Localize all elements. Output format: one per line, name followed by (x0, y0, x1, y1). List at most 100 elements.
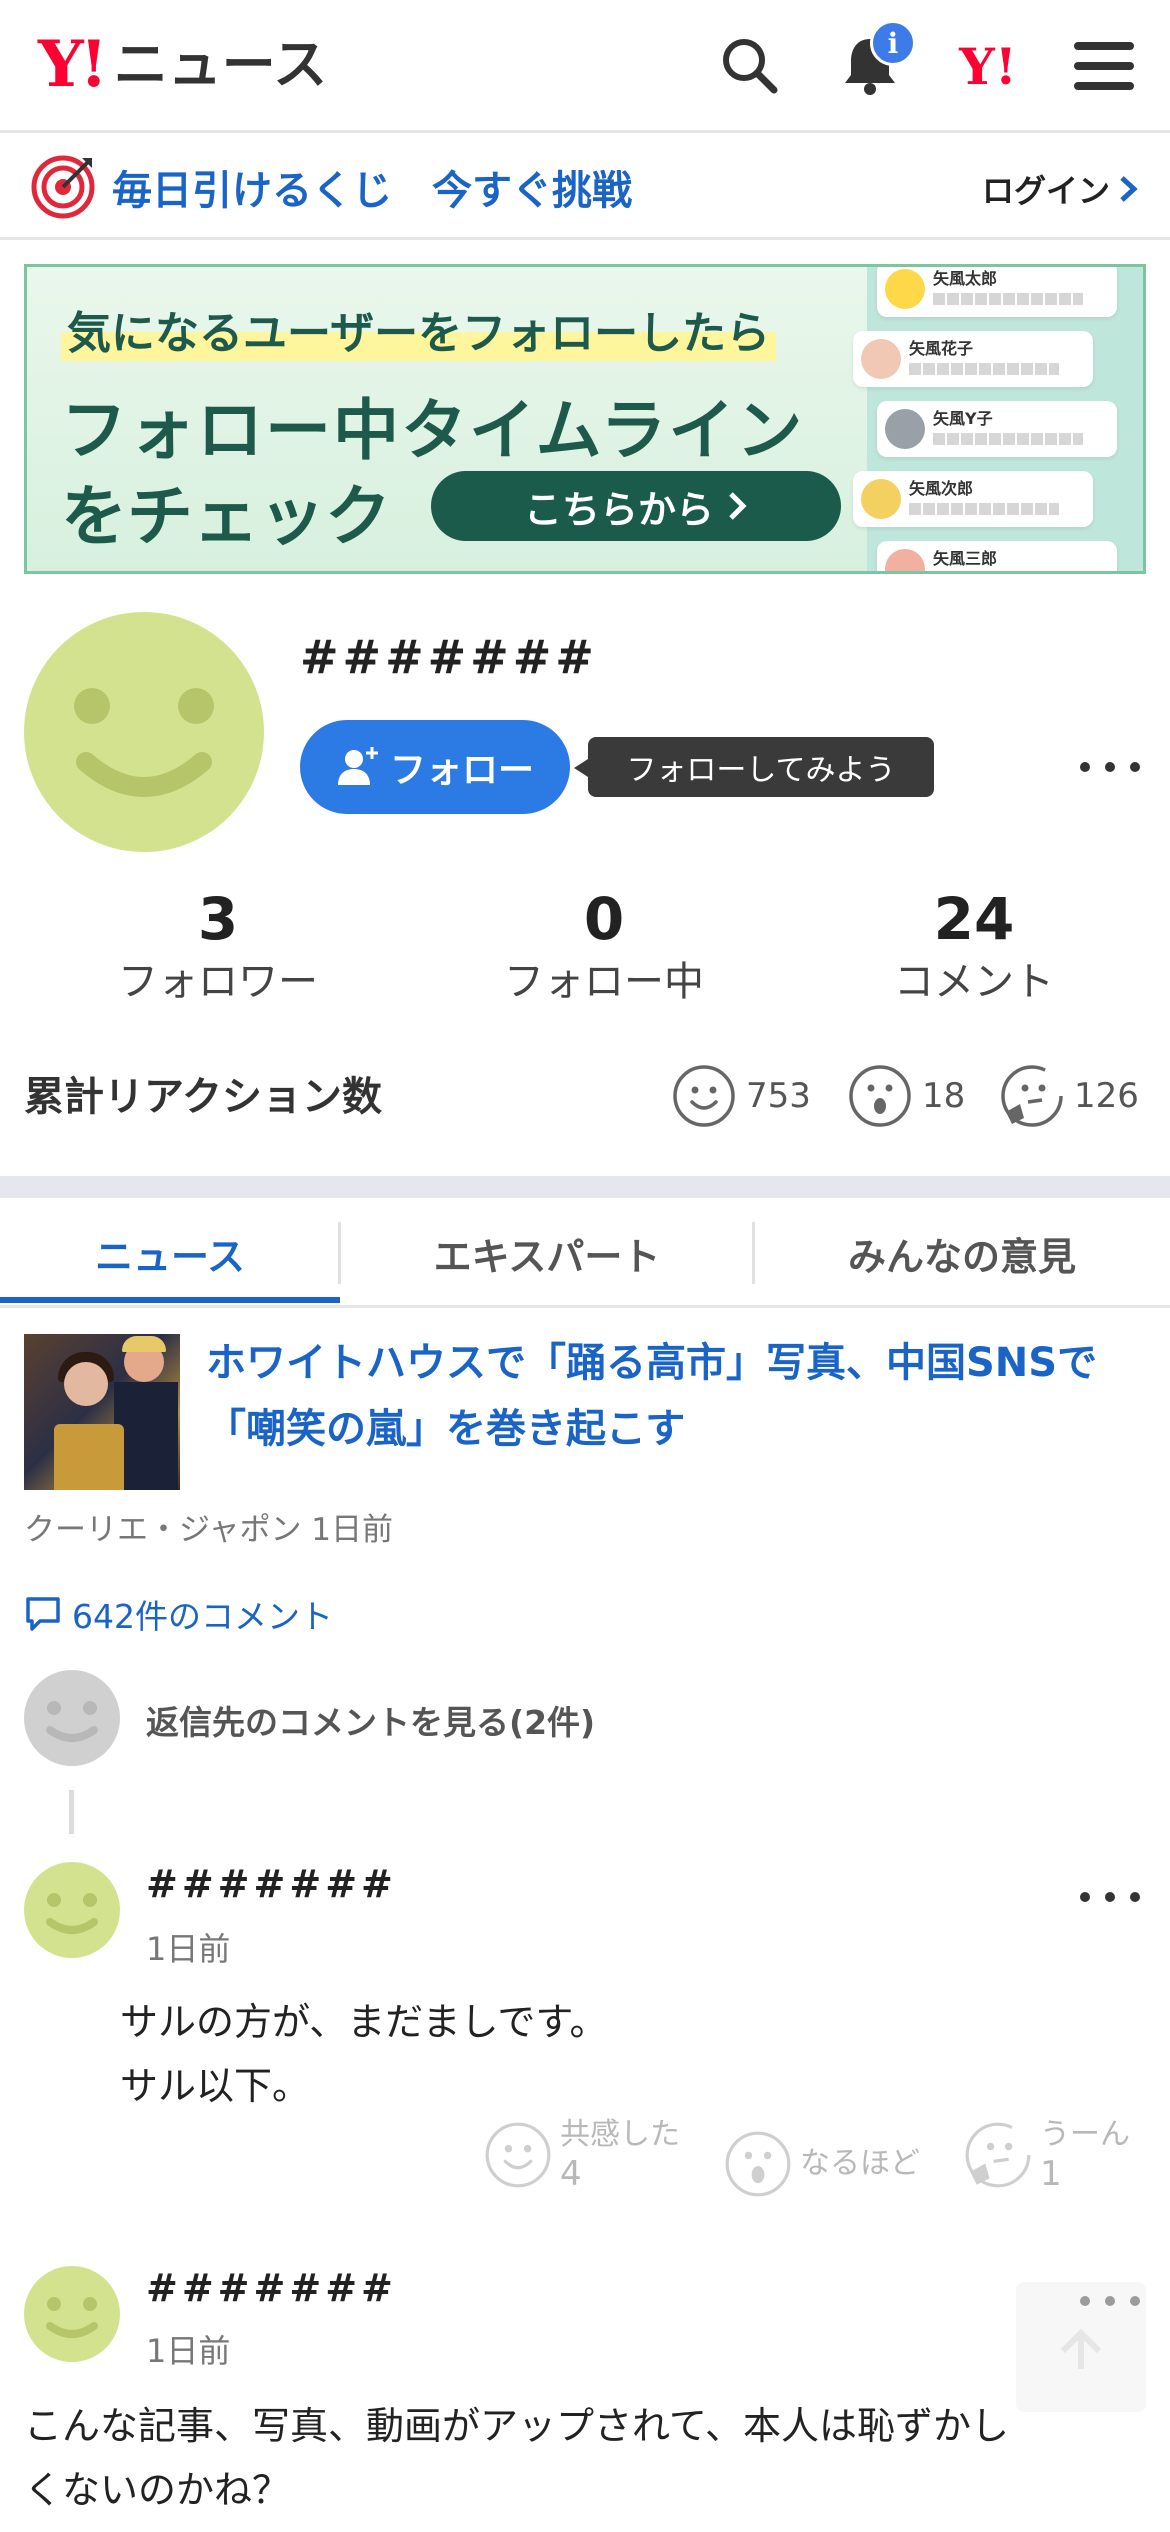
more-options-icon[interactable] (1080, 752, 1140, 782)
insight-reaction-button[interactable]: なるほど (724, 2130, 920, 2198)
active-tab-indicator (0, 1297, 340, 1303)
reaction-surprised-total: 18 (848, 1064, 965, 1128)
comment-more-options-icon[interactable] (1080, 1882, 1140, 1912)
placeholder-text (909, 503, 1059, 515)
follow-timeline-banner[interactable]: 気になるユーザーをフォローしたら フォロー中タイムライン をチェック こちらから… (24, 264, 1146, 574)
banner-line-3: をチェック (61, 478, 391, 555)
comment-body: こんな記事、写真、動画がアップされて、本人は恥ずかし くないのかね？ (24, 2394, 1154, 2522)
search-icon[interactable] (712, 28, 788, 104)
total-reactions-title: 累計リアクション数 (24, 1074, 382, 1120)
comment-line: くないのかね？ (24, 2468, 291, 2512)
comments-label: コメント (894, 959, 1054, 1005)
scroll-to-top-button[interactable] (1016, 2282, 1146, 2412)
thinking-icon (1001, 1065, 1063, 1127)
target-icon (30, 154, 96, 224)
reaction-count: 1 (1040, 2154, 1062, 2194)
hmm-reaction-button[interactable]: うーん 1 (964, 2116, 1130, 2194)
banner-user-name: 矢風次郎 (909, 479, 974, 498)
followers-label: フォロワー (118, 959, 318, 1005)
lottery-text: 毎日引けるくじ 今すぐ挑戦 (112, 168, 632, 214)
banner-user-card: 矢風次郎 (853, 471, 1093, 527)
reaction-label: 共感した (560, 2117, 680, 2152)
banner-cta-label: こちらから (523, 487, 714, 532)
banner-user-name: 矢風花子 (909, 339, 974, 358)
article-comments-link[interactable]: 642件のコメント (24, 1590, 333, 1638)
placeholder-text (909, 363, 1059, 375)
comment-body: サルの方が、まだましです。 サル以下。 (120, 1990, 608, 2118)
banner-user-name: 矢風三郎 (933, 549, 998, 568)
placeholder-text (933, 293, 1083, 305)
tab-news[interactable]: ニュース (0, 1198, 340, 1308)
commenter-name: ####### (146, 2266, 397, 2310)
avatar (885, 409, 925, 449)
article-thumbnail[interactable] (24, 1334, 180, 1490)
reaction-smile-total: 753 (672, 1064, 811, 1128)
empathy-reaction-button[interactable]: 共感した 4 (484, 2116, 680, 2194)
arrow-up-icon (1060, 2328, 1102, 2369)
chevron-right-icon (1120, 176, 1138, 202)
reply-avatar (24, 1670, 120, 1766)
commenter-avatar (24, 2266, 120, 2362)
login-link[interactable]: ログイン (982, 166, 1140, 212)
comment-count-label: 642件のコメント (72, 1597, 333, 1636)
avatar (861, 339, 901, 379)
comments-count: 24 (933, 885, 1015, 953)
tab-everyone-opinion[interactable]: みんなの意見 (754, 1198, 1170, 1308)
surprised-icon (849, 1065, 911, 1127)
reaction-count: 4 (560, 2154, 582, 2194)
commenter-avatar (24, 1862, 120, 1958)
lottery-bar[interactable]: 毎日引けるくじ 今すぐ挑戦 ログイン (0, 136, 1170, 240)
chevron-right-icon (729, 492, 747, 520)
reaction-thinking-total: 126 (1000, 1064, 1139, 1128)
tab-separator (338, 1222, 341, 1284)
logo-news-text: ニュース (113, 33, 328, 96)
add-user-icon (337, 747, 378, 785)
reaction-label: なるほど (800, 2146, 920, 2181)
comment-time: 1日前 (146, 1930, 231, 1968)
view-reply-comments-link[interactable]: 返信先のコメントを見る(2件) (146, 1696, 595, 1744)
banner-user-card: 矢風Y子 (877, 401, 1117, 457)
follow-tooltip: フォローしてみよう (574, 737, 934, 797)
following-count: 0 (583, 885, 625, 953)
comment-line: こんな記事、写真、動画がアップされて、本人は恥ずかし (24, 2404, 1009, 2448)
logo-y-mark: Y! (38, 27, 108, 102)
reaction-count: 18 (922, 1076, 966, 1116)
login-label: ログイン (981, 172, 1110, 210)
banner-cta-button[interactable]: こちらから (431, 471, 841, 541)
thinking-icon (965, 2122, 1031, 2188)
bell-icon[interactable]: i (832, 20, 916, 104)
avatar (885, 269, 925, 309)
placeholder-text (933, 433, 1083, 445)
banner-user-cards: 矢風太郎 矢風花子 矢風Y子 矢風次郎 矢風三郎 (853, 267, 1143, 571)
comment-line: サルの方が、まだましです。 (120, 2000, 608, 2044)
profile-tabs: ニュース エキスパート みんなの意見 (0, 1198, 1170, 1308)
thread-line (69, 1790, 74, 1834)
profile-avatar (24, 612, 264, 852)
following-stat[interactable]: 0 フォロー中 (486, 884, 722, 1010)
app-header: Y! ニュース i Y! (0, 0, 1170, 133)
hamburger-menu-icon[interactable] (1066, 28, 1142, 104)
section-divider (0, 1176, 1170, 1198)
banner-line-1: 気になるユーザーをフォローしたら (61, 297, 777, 361)
banner-user-card: 矢風太郎 (877, 267, 1117, 317)
article-source-time: クーリエ・ジャポン 1日前 (24, 1512, 394, 1548)
notification-badge: i (870, 20, 916, 66)
surprised-icon (725, 2131, 791, 2197)
tab-expert[interactable]: エキスパート (340, 1198, 754, 1308)
reaction-count: 126 (1074, 1076, 1139, 1116)
reaction-label: うーん (1040, 2117, 1130, 2152)
followers-count: 3 (197, 885, 239, 953)
avatar (885, 549, 925, 571)
yahoo-news-logo[interactable]: Y! ニュース (38, 30, 327, 100)
avatar (861, 479, 901, 519)
article-title-link[interactable]: ホワイトハウスで「踊る高市」写真、中国SNSで「嘲笑の嵐」を巻き起こす (206, 1330, 1150, 1462)
following-label: フォロー中 (504, 959, 704, 1005)
comment-line: サル以下。 (120, 2064, 311, 2108)
yahoo-icon[interactable]: Y! (950, 28, 1026, 104)
follow-button[interactable]: フォロー (300, 720, 570, 814)
comment-bubble-icon (26, 1597, 60, 1631)
comments-stat: 24 コメント (856, 884, 1092, 1010)
follow-button-label: フォロー (389, 750, 534, 791)
comment-time: 1日前 (146, 2332, 231, 2370)
followers-stat[interactable]: 3 フォロワー (100, 884, 336, 1010)
